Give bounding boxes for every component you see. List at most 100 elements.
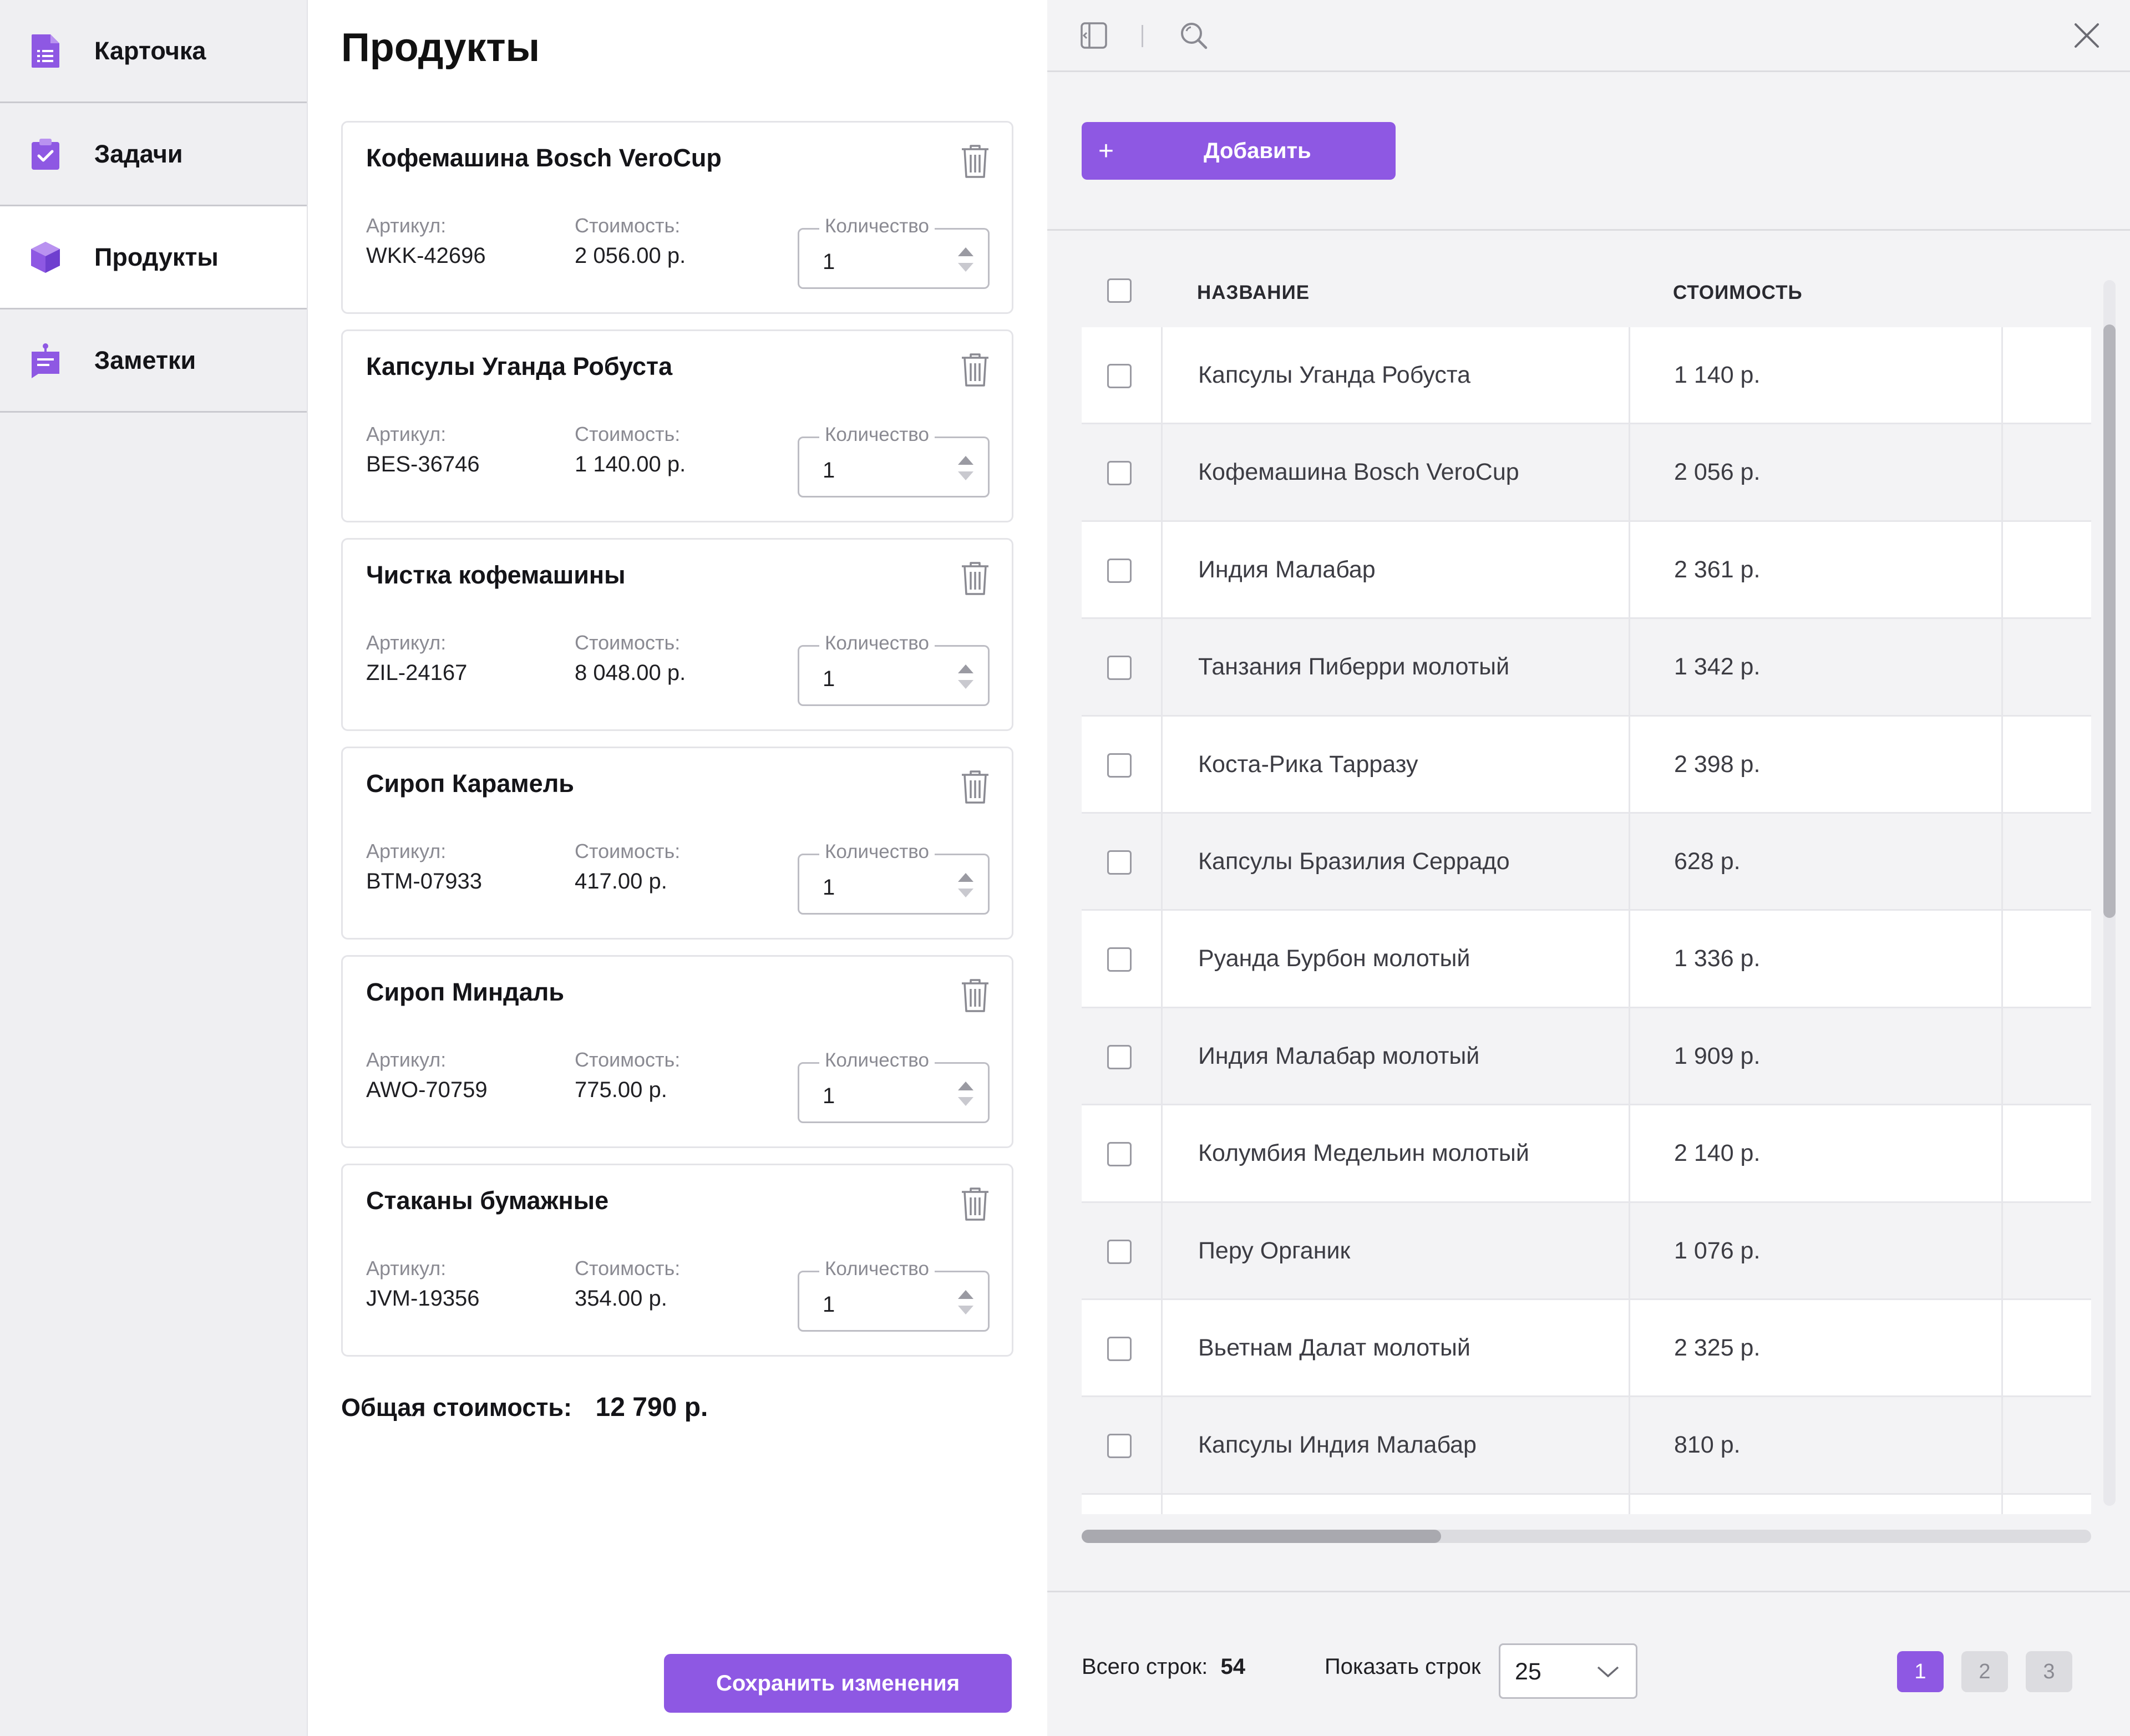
add-button[interactable]: + Добавить <box>1082 122 1396 180</box>
quantity-stepper[interactable]: Количество 1 <box>798 215 990 289</box>
cell-cost: 2 140 р. <box>1674 1140 1761 1167</box>
cell-divider <box>2001 716 2003 812</box>
close-icon[interactable] <box>2071 20 2102 51</box>
quantity-value[interactable]: 1 <box>823 667 835 692</box>
spinner-arrows-icon[interactable] <box>956 243 976 276</box>
quantity-stepper[interactable]: Количество 1 <box>798 1258 990 1332</box>
cell-name: Капсулы Индия Малабар <box>1198 1432 1477 1459</box>
panel-collapse-icon[interactable] <box>1078 20 1109 51</box>
spinner-arrows-icon[interactable] <box>956 1077 976 1110</box>
table-row[interactable]: Перу Органик 1 076 р. <box>1082 1202 2091 1300</box>
total-cost: Общая стоимость: 12 790 р. <box>341 1392 708 1423</box>
sku-label: Артикул: <box>366 214 447 237</box>
row-checkbox[interactable] <box>1107 753 1132 778</box>
sku-value: BTM-07933 <box>366 869 482 894</box>
column-header-cost[interactable]: СТОИМОСТЬ <box>1673 282 1803 304</box>
table-row[interactable]: Вьетнам Далат молотый 2 325 р. <box>1082 1300 2091 1398</box>
row-checkbox[interactable] <box>1107 947 1132 972</box>
cell-cost: 1 342 р. <box>1674 653 1761 681</box>
spinner-arrows-icon[interactable] <box>956 869 976 902</box>
row-checkbox[interactable] <box>1107 850 1132 875</box>
rows-per-page-select[interactable]: 25 <box>1499 1643 1637 1699</box>
table-row[interactable]: Колумбия Медельин молотый 2 140 р. <box>1082 1105 2091 1203</box>
row-checkbox[interactable] <box>1107 1434 1132 1459</box>
quantity-value[interactable]: 1 <box>823 1292 835 1317</box>
sku-label: Артикул: <box>366 423 447 445</box>
column-header-name[interactable]: НАЗВАНИЕ <box>1197 282 1310 304</box>
trash-icon[interactable] <box>960 560 991 596</box>
row-checkbox[interactable] <box>1107 558 1132 583</box>
row-checkbox[interactable] <box>1107 1142 1132 1167</box>
cell-divider <box>2001 1397 2003 1493</box>
cell-divider <box>2001 813 2003 910</box>
vertical-scrollbar[interactable] <box>2103 280 2116 1506</box>
product-card: Стаканы бумажные Артикул: JVM-19356 Стои… <box>341 1164 1013 1357</box>
row-checkbox[interactable] <box>1107 364 1132 388</box>
page-button-1[interactable]: 1 <box>1897 1651 1944 1692</box>
quantity-value[interactable]: 1 <box>823 875 835 900</box>
cell-divider <box>2001 1105 2003 1201</box>
sidebar-item-notes[interactable]: Заметки <box>0 309 307 413</box>
cell-divider <box>1161 1202 1163 1298</box>
row-checkbox[interactable] <box>1107 1336 1132 1361</box>
cell-divider <box>2001 1008 2003 1104</box>
quantity-value[interactable]: 1 <box>823 250 835 275</box>
row-checkbox[interactable] <box>1107 1239 1132 1264</box>
trash-icon[interactable] <box>960 768 991 805</box>
sku-label: Артикул: <box>366 1048 447 1071</box>
sidebar-item-tasks[interactable]: Задачи <box>0 103 307 206</box>
quantity-stepper[interactable]: Количество 1 <box>798 841 990 915</box>
table-row[interactable]: Капсулы Уганда Робуста 1 140 р. <box>1082 327 2091 425</box>
save-changes-button[interactable]: Сохранить изменения <box>664 1654 1012 1713</box>
spinner-arrows-icon[interactable] <box>956 660 976 693</box>
horizontal-scrollbar[interactable] <box>1082 1530 2091 1543</box>
quantity-value[interactable]: 1 <box>823 1084 835 1109</box>
sku-value: ZIL-24167 <box>366 661 468 685</box>
table-row[interactable]: Кофемашина Bosch VeroCup 2 056 р. <box>1082 424 2091 522</box>
page-button-2[interactable]: 2 <box>1961 1651 2008 1692</box>
table-row[interactable]: Капсулы Бразилия Серрадо 628 р. <box>1082 813 2091 911</box>
product-picker-drawer: + Добавить НАЗВАНИЕ СТОИМОСТЬ Капсулы Уг… <box>1047 0 2130 1736</box>
cell-divider <box>1629 424 1630 520</box>
quantity-label: Количество <box>819 632 935 654</box>
quantity-label: Количество <box>819 424 935 446</box>
row-checkbox[interactable] <box>1107 461 1132 486</box>
table-row[interactable]: Руанда Бурбон молотый 1 336 р. <box>1082 911 2091 1008</box>
table-row[interactable]: Танзания Пиберри молотый 1 342 р. <box>1082 619 2091 717</box>
toolbar-divider <box>1142 25 1143 47</box>
table-body: Капсулы Уганда Робуста 1 140 р. Кофемаши… <box>1082 327 2091 1514</box>
cell-cost: 2 361 р. <box>1674 556 1761 583</box>
row-checkbox[interactable] <box>1107 1044 1132 1069</box>
trash-icon[interactable] <box>960 351 991 388</box>
trash-icon[interactable] <box>960 143 991 179</box>
cell-divider <box>1161 911 1163 1007</box>
spinner-arrows-icon[interactable] <box>956 1286 976 1319</box>
table-row[interactable]: Индия Малабар молотый 1 909 р. <box>1082 1008 2091 1106</box>
trash-icon[interactable] <box>960 1185 991 1222</box>
sidebar-item-products[interactable]: Продукты <box>0 206 307 309</box>
spinner-arrows-icon[interactable] <box>956 451 976 485</box>
trash-icon[interactable] <box>960 977 991 1013</box>
table-row[interactable]: Коста-Рика Тарразу 2 398 р. <box>1082 716 2091 814</box>
quantity-stepper[interactable]: Количество 1 <box>798 424 990 498</box>
product-name: Чистка кофемашины <box>366 561 626 589</box>
page-button-3[interactable]: 3 <box>2026 1651 2072 1692</box>
quantity-label: Количество <box>819 841 935 863</box>
horizontal-scroll-thumb[interactable] <box>1082 1530 1441 1543</box>
vertical-scroll-thumb[interactable] <box>2103 324 2116 918</box>
cost-label: Стоимость: <box>575 423 681 445</box>
cell-cost: 2 056 р. <box>1674 459 1761 486</box>
row-checkbox[interactable] <box>1107 656 1132 681</box>
select-all-checkbox[interactable] <box>1107 278 1132 303</box>
quantity-stepper[interactable]: Количество 1 <box>798 632 990 706</box>
sidebar-item-card[interactable]: Карточка <box>0 0 307 103</box>
note-pin-icon <box>29 342 62 379</box>
quantity-value[interactable]: 1 <box>823 458 835 483</box>
cube-icon <box>29 239 62 276</box>
quantity-stepper[interactable]: Количество 1 <box>798 1049 990 1123</box>
app-root: Карточка Задачи Продукты Заметки Продукт… <box>0 0 2130 1736</box>
table-row[interactable]: Капсулы Индия Малабар 810 р. <box>1082 1397 2091 1495</box>
cell-name: Индия Малабар молотый <box>1198 1042 1480 1069</box>
search-icon[interactable] <box>1178 20 1209 51</box>
table-row[interactable]: Индия Малабар 2 361 р. <box>1082 521 2091 620</box>
